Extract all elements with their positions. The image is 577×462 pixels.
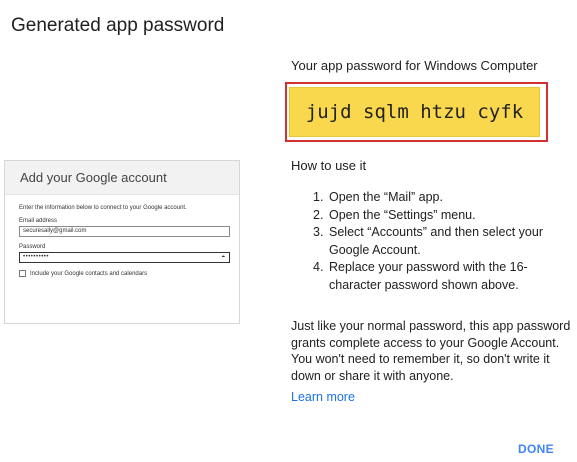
dialog-title: Generated app password: [11, 15, 225, 36]
contacts-checkbox-label: Include your Google contacts and calenda…: [30, 270, 148, 277]
contacts-checkbox: [19, 270, 26, 277]
password-field: •••••••••• ◓: [19, 252, 230, 263]
email-label: Email address: [19, 218, 58, 224]
illustration-title: Add your Google account: [20, 170, 167, 185]
learn-more-link[interactable]: Learn more: [291, 390, 355, 404]
eye-icon: ◓: [221, 254, 226, 261]
email-field: securesally@gmail.com: [19, 226, 230, 237]
password-dots: ••••••••••: [23, 254, 50, 260]
list-item: 3. Select “Accounts” and then select your…: [313, 225, 544, 257]
password-label: Password: [19, 244, 46, 250]
security-note: Just like your normal password, this app…: [291, 319, 571, 383]
contacts-checkbox-row: Include your Google contacts and calenda…: [19, 270, 231, 277]
list-item: 4. Replace your password with the 16-char…: [313, 260, 528, 292]
illustration-intro: Enter the information below to connect t…: [19, 205, 187, 211]
add-account-illustration: Add your Google account Enter the inform…: [4, 160, 240, 324]
app-password-value[interactable]: jujd sqlm htzu cyfk: [289, 87, 540, 137]
done-button[interactable]: DONE: [512, 438, 560, 460]
steps-list: 1. Open the “Mail” app. 2. Open the “Setti…: [291, 189, 561, 294]
illustration-header: Add your Google account: [5, 161, 239, 195]
how-to-heading: How to use it: [291, 158, 367, 173]
app-password-heading: Your app password for Windows Computer: [291, 58, 538, 73]
list-item: 1. Open the “Mail” app.: [313, 190, 443, 204]
list-item: 2. Open the “Settings” menu.: [313, 207, 476, 222]
password-highlight: jujd sqlm htzu cyfk: [285, 82, 548, 142]
